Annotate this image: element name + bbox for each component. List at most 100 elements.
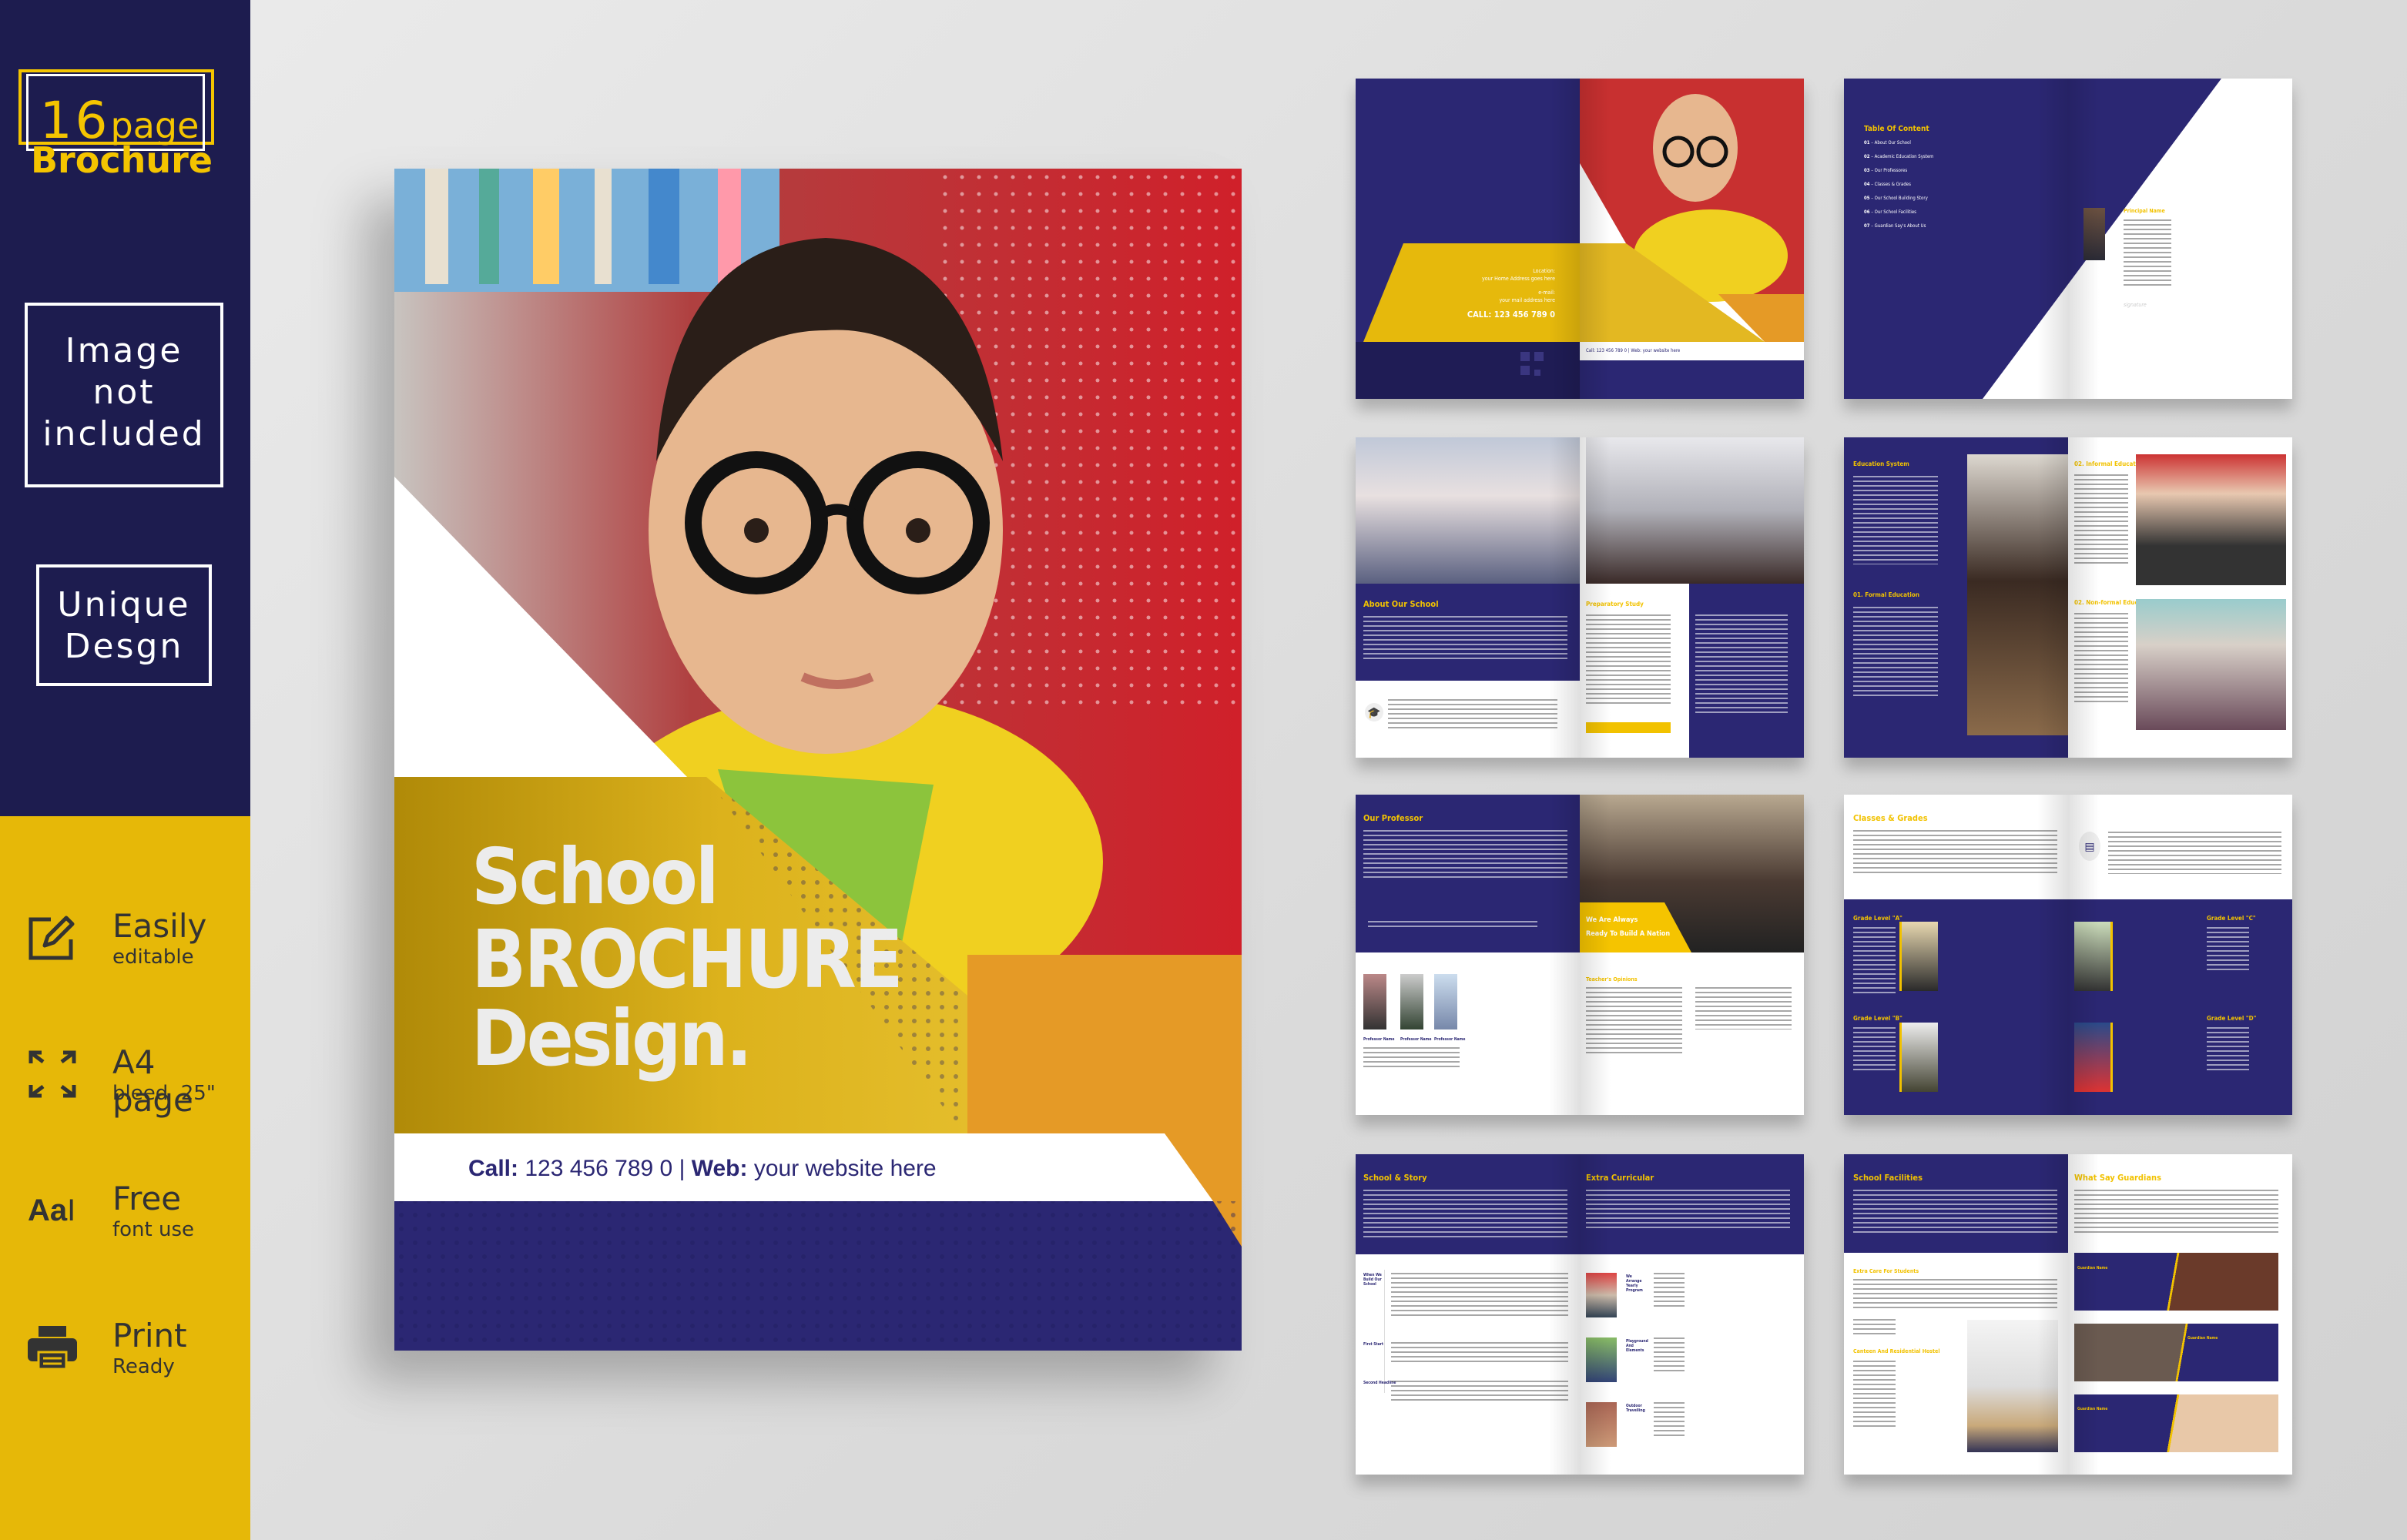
feature-title: Free xyxy=(112,1180,182,1217)
professor-photo xyxy=(1363,974,1386,1029)
grade-b-title: Grade Level "B" xyxy=(1853,1015,1902,1022)
toc-number: 07 xyxy=(1864,223,1870,229)
spread-education-system: Education System 01. Formal Education 02… xyxy=(1844,437,2292,758)
email-value: your mail address here xyxy=(1499,297,1555,303)
font-icon-text: Aa xyxy=(28,1194,68,1227)
expand-arrows-icon xyxy=(28,1050,76,1098)
professor-photo xyxy=(1400,974,1423,1029)
guardian-card xyxy=(2074,1253,2278,1311)
professor-bios xyxy=(1363,1047,1460,1069)
web-value: your website here xyxy=(753,1156,937,1181)
back-cover-page: Location: your Home Address goes here e-… xyxy=(1356,79,1580,399)
spread-about-school: About Our School 🎓 Preparatory Study xyxy=(1356,437,1804,758)
story-title: School & Story xyxy=(1363,1173,1427,1183)
guardian-name: Guardian Name xyxy=(2077,1407,2108,1411)
spread-covers: Location: your Home Address goes here e-… xyxy=(1356,79,1804,399)
activity-title: Outdoor Travelling xyxy=(1626,1404,1645,1413)
education-title: Education System xyxy=(1853,460,1909,467)
toc-label: Our Professores xyxy=(1874,168,1908,173)
location-label: Location: xyxy=(1533,268,1555,274)
prep-text xyxy=(1586,614,1671,707)
cover-contact-line: Call: 123 456 789 0 | Web: your website … xyxy=(468,1156,937,1182)
edit-icon xyxy=(28,916,75,960)
timeline-text xyxy=(1391,1273,1568,1319)
extra-care-title: Extra Care For Students xyxy=(1853,1268,1919,1274)
email-label: e-mail: xyxy=(1538,290,1555,296)
guardians-title: What Say Guardians xyxy=(2074,1173,2161,1183)
web-label: Web: xyxy=(691,1156,748,1181)
informal-text xyxy=(2074,474,2128,567)
opinions-text-2 xyxy=(1695,987,1792,1029)
principal-text xyxy=(2124,219,2171,289)
spread-school-facilities: School Facilities Extra Care For Student… xyxy=(1844,1154,2292,1475)
about-bottom-text xyxy=(1388,699,1557,730)
facilities-title: School Facilities xyxy=(1853,1173,1923,1183)
activity-title: We Arrange Yearly Program xyxy=(1626,1274,1643,1293)
professor-name: Professor Name xyxy=(1434,1037,1466,1042)
guardian-name: Guardian Name xyxy=(2077,1266,2108,1270)
image-not-included-box: Image not included xyxy=(25,303,223,487)
formal-text xyxy=(1853,607,1938,699)
location-value: your Home Address goes here xyxy=(1482,276,1555,282)
girl-reading-photo xyxy=(2136,454,2286,585)
story-text xyxy=(1363,1190,1567,1240)
feature-title: Easily xyxy=(112,907,207,945)
grades-page: ▤ Grade Level "C" Grade Level "D" xyxy=(2068,795,2292,1115)
grade-b-photo xyxy=(1899,1023,1938,1092)
toc-label: Academic Education System xyxy=(1874,154,1934,159)
spread-table-of-content: Table Of Content 01 – About Our School 02… xyxy=(1844,79,2292,399)
feature-print-ready: Print Ready xyxy=(28,1317,243,1394)
formal-title: 01. Formal Education xyxy=(1853,591,1919,598)
grade-d-title: Grade Level "D" xyxy=(2207,1015,2257,1022)
cover-title-design: Design. xyxy=(471,993,753,1083)
care-text-2 xyxy=(1853,1319,1896,1334)
feature-subtitle: bleed .25" xyxy=(112,1082,216,1105)
toc-item: 02 – Academic Education System xyxy=(1864,154,1933,159)
cover-title-brochure: BROCHURE xyxy=(471,912,903,1006)
page-count-badge: 16page Brochure xyxy=(31,91,213,181)
toc-item: 04 – Classes & Grades xyxy=(1864,182,1911,187)
timeline-text xyxy=(1391,1381,1568,1401)
opinions-title: Teacher's Opinions xyxy=(1586,976,1638,983)
about-page: About Our School 🎓 xyxy=(1356,437,1580,758)
back-call: CALL: 123 456 789 0 xyxy=(1467,310,1555,320)
informal-education-page: 02. Informal Education 02. Non-formal Ed… xyxy=(2068,437,2292,758)
grade-a-photo xyxy=(1899,922,1938,991)
preparatory-page: Preparatory Study xyxy=(1580,437,1804,758)
facilities-text xyxy=(1853,1190,2057,1236)
informal-title: 02. Informal Education xyxy=(2074,460,2146,467)
classes-title: Classes & Grades xyxy=(1853,813,1928,823)
extra-curricular-page: Extra Curricular We Arrange Yearly Progr… xyxy=(1580,1154,1804,1475)
tagline-line-2: Ready To Build A Nation xyxy=(1586,930,1671,938)
grade-c-title: Grade Level "C" xyxy=(2207,915,2256,922)
opinions-text-1 xyxy=(1586,987,1682,1056)
tagline-line-1: We Are Always xyxy=(1586,916,1638,924)
note-line: Image xyxy=(65,331,183,370)
professor-name: Professor Name xyxy=(1363,1037,1395,1042)
toc-label: Classes & Grades xyxy=(1874,182,1911,187)
grade-d-photo xyxy=(2074,1023,2113,1092)
timeline-item: First Start xyxy=(1363,1342,1384,1347)
classes-page: Classes & Grades Grade Level "A" Grade L… xyxy=(1844,795,2068,1115)
guardians-page: What Say Guardians Guardian Name Guardia… xyxy=(2068,1154,2292,1475)
brochure-front-cover: School BROCHURE Design. Call: 123 456 78… xyxy=(394,169,1242,1351)
toc-label: Our School Building Story xyxy=(1874,196,1928,201)
toc-label: Guardian Say's About Us xyxy=(1874,223,1926,229)
toc-label: Our School Facilities xyxy=(1874,209,1916,215)
toc-page: Table Of Content 01 – About Our School 02… xyxy=(1844,79,2068,399)
education-page: Education System 01. Formal Education xyxy=(1844,437,2068,758)
feature-easily-editable: Easily editable xyxy=(28,907,243,984)
professor-page: Our Professor Professor Name Professor N… xyxy=(1356,795,1580,1115)
note-line: included xyxy=(42,414,206,454)
activity-text xyxy=(1654,1402,1685,1439)
professor-photo xyxy=(1434,974,1457,1029)
toc-number: 05 xyxy=(1864,196,1870,201)
cover-title-school: School xyxy=(471,832,719,922)
unique-design-box: Unique Desgn xyxy=(36,564,212,686)
separator: | xyxy=(679,1156,686,1181)
extra-care-text xyxy=(1853,1279,2057,1310)
professor-text xyxy=(1363,830,1567,880)
graduation-cap-icon: 🎓 xyxy=(1365,703,1383,721)
feature-subtitle: Ready xyxy=(112,1355,175,1378)
guardian-card xyxy=(2074,1324,2278,1381)
